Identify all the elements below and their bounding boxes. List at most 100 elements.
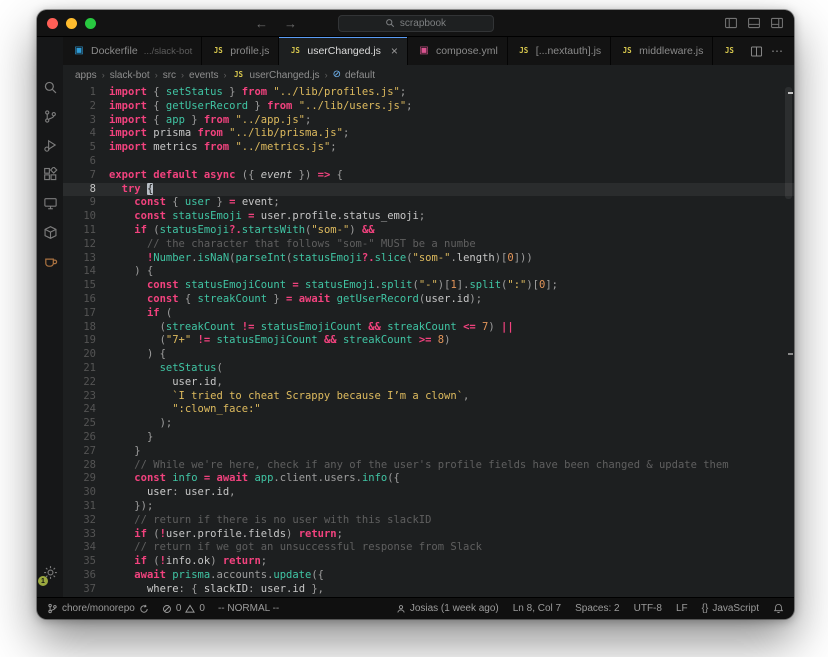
- sync-icon[interactable]: [139, 604, 149, 614]
- js-file-icon: JS: [620, 47, 634, 55]
- tab-userchanged-js[interactable]: JSuserChanged.js×: [279, 37, 408, 65]
- settings-gear-icon[interactable]: 1: [37, 558, 63, 587]
- code-line[interactable]: 35 if (!info.ok) return;: [63, 555, 794, 569]
- tab-dockerfile[interactable]: ▣Dockerfile.../slack-bot: [63, 37, 202, 65]
- code-line[interactable]: 5import metrics from "../metrics.js";: [63, 141, 794, 155]
- containers-icon[interactable]: [37, 218, 63, 247]
- breadcrumb-item[interactable]: events: [189, 70, 218, 81]
- toggle-sidebar-icon[interactable]: [724, 16, 738, 30]
- code-line[interactable]: 7export default async ({ event }) => {: [63, 169, 794, 183]
- code-line[interactable]: 27 }: [63, 445, 794, 459]
- notifications-bell-icon[interactable]: [773, 603, 784, 614]
- breadcrumb-symbol[interactable]: ⊘default: [333, 70, 375, 81]
- code-line[interactable]: 37 where: { slackID: user.id },: [63, 583, 794, 597]
- problems-indicator[interactable]: 0 0: [162, 603, 205, 614]
- code-line[interactable]: 12 // the character that follows "som-" …: [63, 238, 794, 252]
- vim-mode-label: -- NORMAL --: [218, 603, 279, 614]
- language-indicator[interactable]: {} JavaScript: [702, 603, 759, 614]
- code-line[interactable]: 9 const { user } = event;: [63, 196, 794, 210]
- zoom-window-button[interactable]: [85, 18, 96, 29]
- code-line[interactable]: 17 if (: [63, 307, 794, 321]
- settings-badge: 1: [38, 576, 48, 586]
- code-line[interactable]: 31 });: [63, 500, 794, 514]
- indentation-indicator[interactable]: Spaces: 2: [575, 603, 619, 614]
- breadcrumb-item[interactable]: slack-bot: [110, 70, 150, 81]
- search-activity-icon[interactable]: [37, 73, 63, 102]
- code-line[interactable]: 25 );: [63, 417, 794, 431]
- eol-indicator[interactable]: LF: [676, 603, 688, 614]
- line-content: ) {: [109, 348, 166, 362]
- breadcrumb-item[interactable]: apps: [75, 70, 97, 81]
- tab-nextauth-js[interactable]: JS[...nextauth].js: [508, 37, 611, 65]
- extensions-icon[interactable]: [37, 160, 63, 189]
- code-line[interactable]: 16 const { streakCount } = await getUser…: [63, 293, 794, 307]
- cursor-position[interactable]: Ln 8, Col 7: [513, 603, 561, 614]
- code-line[interactable]: 10 const statusEmoji = user.profile.stat…: [63, 210, 794, 224]
- code-line[interactable]: 24 ":clown_face:": [63, 403, 794, 417]
- overview-ruler[interactable]: [782, 85, 794, 597]
- code-line[interactable]: 8 try {: [63, 183, 794, 197]
- scrollbar-thumb[interactable]: [785, 87, 792, 199]
- code-line[interactable]: 13 !Number.isNaN(parseInt(statusEmoji?.s…: [63, 252, 794, 266]
- more-actions-icon[interactable]: ⋯: [771, 44, 784, 58]
- forward-icon[interactable]: →: [284, 17, 297, 30]
- run-debug-icon[interactable]: [37, 131, 63, 160]
- code-line[interactable]: 22 user.id,: [63, 376, 794, 390]
- code-line[interactable]: 21 setStatus(: [63, 362, 794, 376]
- line-number: 6: [63, 155, 109, 169]
- back-icon[interactable]: ←: [255, 17, 268, 30]
- code-line[interactable]: 33 if (!user.profile.fields) return;: [63, 528, 794, 542]
- code-line[interactable]: 1import { setStatus } from "../lib/profi…: [63, 86, 794, 100]
- js-file-icon: JS: [288, 47, 302, 55]
- code-line[interactable]: 29 const info = await app.client.users.i…: [63, 472, 794, 486]
- code-line[interactable]: 6: [63, 155, 794, 169]
- breadcrumb-item[interactable]: src: [163, 70, 176, 81]
- line-content: // return if we got an unsuccessful resp…: [109, 541, 482, 555]
- encoding-indicator[interactable]: UTF-8: [634, 603, 662, 614]
- command-center[interactable]: scrapbook: [338, 15, 494, 32]
- tab-middleware-js[interactable]: JSmiddleware.js: [611, 37, 713, 65]
- code-line[interactable]: 23 `I tried to cheat Scrappy because I’m…: [63, 390, 794, 404]
- code-line[interactable]: 4import prisma from "../lib/prisma.js";: [63, 127, 794, 141]
- code-line[interactable]: 30 user: user.id,: [63, 486, 794, 500]
- remote-explorer-icon[interactable]: [37, 189, 63, 218]
- tab-profile-js[interactable]: JSprofile.js: [202, 37, 279, 65]
- close-window-button[interactable]: [47, 18, 58, 29]
- tab-label: [...nextauth].js: [536, 45, 601, 57]
- line-content: if (!user.profile.fields) return;: [109, 528, 343, 542]
- code-line[interactable]: 14 ) {: [63, 265, 794, 279]
- minimize-window-button[interactable]: [66, 18, 77, 29]
- code-line[interactable]: 2import { getUserRecord } from "../lib/u…: [63, 100, 794, 114]
- code-line[interactable]: 19 ("7+" != statusEmojiCount && streakCo…: [63, 334, 794, 348]
- tab-compose-yml[interactable]: ▣compose.yml: [408, 37, 508, 65]
- code-line[interactable]: 20 ) {: [63, 348, 794, 362]
- customize-layout-icon[interactable]: [770, 16, 784, 30]
- tab-emoji-js[interactable]: JS[emoji].js: [713, 37, 740, 65]
- js-file-icon: JS: [211, 47, 225, 55]
- code-line[interactable]: 34 // return if we got an unsuccessful r…: [63, 541, 794, 555]
- toggle-panel-icon[interactable]: [747, 16, 761, 30]
- code-line[interactable]: 32 // return if there is no user with th…: [63, 514, 794, 528]
- source-control-icon[interactable]: [37, 102, 63, 131]
- code-editor[interactable]: 1import { setStatus } from "../lib/profi…: [63, 85, 794, 597]
- split-editor-icon[interactable]: [750, 45, 763, 58]
- code-line[interactable]: 15 const statusEmojiCount = statusEmoji.…: [63, 279, 794, 293]
- code-line[interactable]: 18 (streakCount != statusEmojiCount && s…: [63, 321, 794, 335]
- code-line[interactable]: 3import { app } from "../app.js";: [63, 114, 794, 128]
- branch-indicator[interactable]: chore/monorepo: [47, 603, 149, 614]
- code-line[interactable]: 38 data: {: [63, 596, 794, 597]
- code-line[interactable]: 36 await prisma.accounts.update({: [63, 569, 794, 583]
- breadcrumb[interactable]: apps›slack-bot›src›events›JSuserChanged.…: [63, 65, 794, 85]
- code-line[interactable]: 11 if (statusEmoji?.startsWith("som-") &…: [63, 224, 794, 238]
- breadcrumb-separator: ›: [224, 70, 227, 80]
- close-tab-icon[interactable]: ×: [391, 45, 398, 57]
- breadcrumb-file[interactable]: JSuserChanged.js: [232, 70, 320, 81]
- blame-label: Josias (1 week ago): [410, 603, 499, 614]
- line-number: 2: [63, 100, 109, 114]
- code-line[interactable]: 28 // While we're here, check if any of …: [63, 459, 794, 473]
- coffee-icon[interactable]: [37, 247, 63, 276]
- code-line[interactable]: 26 }: [63, 431, 794, 445]
- line-number: 38: [63, 596, 109, 597]
- git-blame-indicator[interactable]: Josias (1 week ago): [396, 603, 499, 614]
- line-number: 5: [63, 141, 109, 155]
